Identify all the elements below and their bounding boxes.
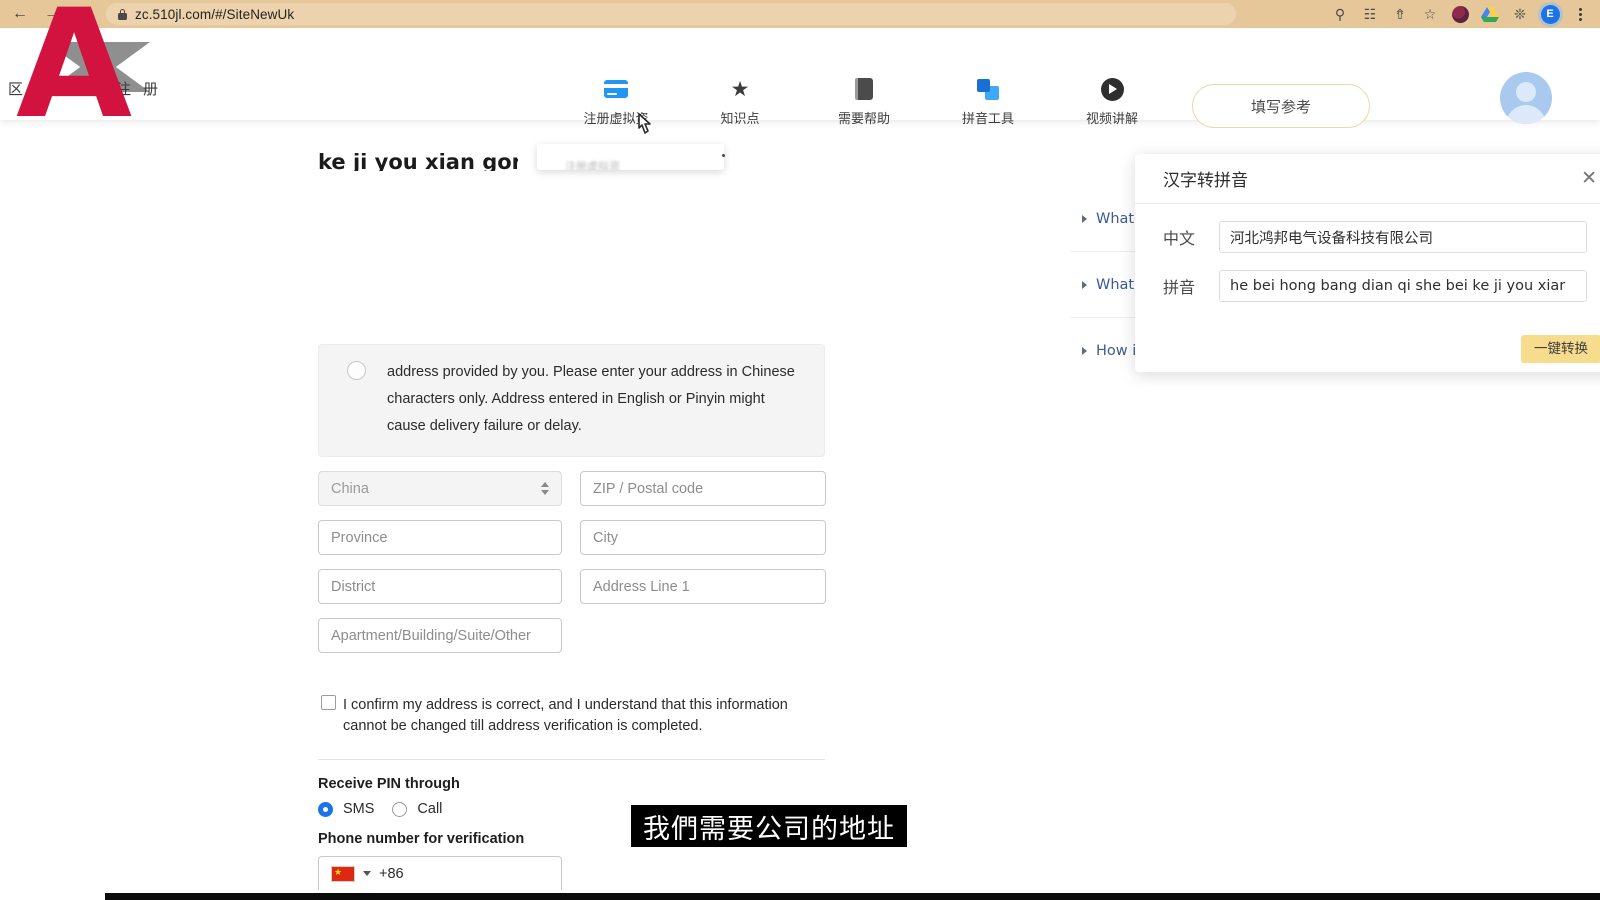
pinyin-input[interactable]: he bei hong bang dian qi she bei ke ji y… bbox=[1219, 270, 1587, 302]
site-logo[interactable]: 区域中心注册 bbox=[8, 42, 238, 104]
nav-dropdown-bullet-icon bbox=[722, 154, 725, 157]
china-flag-icon bbox=[331, 864, 355, 882]
main-nav: 注册虚拟资 ★ 知识点 需要帮助 拼音工具 视频讲解 bbox=[576, 77, 1152, 128]
nav-label-help: 需要帮助 bbox=[837, 112, 890, 127]
radio-call[interactable] bbox=[392, 801, 408, 817]
nav-label-video: 视频讲解 bbox=[1085, 112, 1138, 127]
zip-input[interactable]: ZIP / Postal code bbox=[580, 471, 826, 506]
nav-item-video[interactable]: 视频讲解 bbox=[1072, 77, 1152, 127]
play-circle-icon bbox=[1100, 77, 1124, 101]
zip-placeholder: ZIP / Postal code bbox=[593, 480, 704, 497]
brand-text: 区域中心注册 bbox=[8, 80, 171, 98]
chevron-right-icon bbox=[1082, 280, 1087, 289]
form-row-district-address: District Address Line 1 bbox=[318, 569, 828, 604]
pinyin-chinese-row: 中文 河北鸿邦电气设备科技有限公司 bbox=[1135, 221, 1600, 253]
pinyin-romanization-row: 拼音 he bei hong bang dian qi she bei ke j… bbox=[1135, 270, 1600, 302]
page-viewport: 区域中心注册 注册虚拟资 ★ 知识点 需要帮助 拼音工具 视频讲解 填写参考 注… bbox=[0, 28, 1600, 900]
forward-arrow-icon[interactable]: → bbox=[38, 2, 66, 26]
apartment-placeholder: Apartment/Building/Suite/Other bbox=[331, 627, 531, 644]
chevron-right-icon bbox=[1082, 347, 1087, 355]
country-select[interactable]: China bbox=[318, 471, 562, 506]
kebab-menu-icon[interactable] bbox=[1566, 2, 1594, 26]
form-row-apartment: Apartment/Building/Suite/Other bbox=[318, 618, 828, 653]
browser-nav-buttons: ← → ⟳ bbox=[0, 2, 98, 26]
site-header: 区域中心注册 注册虚拟资 ★ 知识点 需要帮助 拼音工具 视频讲解 填写参考 bbox=[0, 28, 1600, 128]
form-row-country-zip: China ZIP / Postal code bbox=[318, 471, 828, 506]
nav-label-pinyin-tool: 拼音工具 bbox=[961, 112, 1014, 127]
country-value: China bbox=[331, 480, 369, 497]
radio-call-label: Call bbox=[417, 801, 443, 817]
chinese-input[interactable]: 河北鸿邦电气设备科技有限公司 bbox=[1219, 221, 1587, 253]
mouse-cursor-pointer bbox=[638, 113, 651, 134]
radio-sms-label: SMS bbox=[343, 801, 375, 817]
confirm-label: I confirm my address is correct, and I u… bbox=[343, 697, 788, 734]
confirm-checkbox[interactable] bbox=[321, 695, 336, 710]
district-placeholder: District bbox=[331, 578, 376, 595]
dial-code: +86 bbox=[379, 865, 404, 882]
notice-radio-icon[interactable] bbox=[347, 361, 366, 380]
city-input[interactable]: City bbox=[580, 520, 826, 555]
star-icon: ★ bbox=[730, 77, 750, 101]
puzzle-extensions-icon[interactable]: ❊ bbox=[1506, 2, 1534, 26]
nav-dropdown-card[interactable]: 注册虚拟资 bbox=[537, 144, 724, 170]
province-input[interactable]: Province bbox=[318, 520, 562, 555]
form-divider bbox=[318, 759, 825, 760]
pinyin-converter-panel: 汉字转拼音 ✕ 中文 河北鸿邦电气设备科技有限公司 拼音 he bei hong… bbox=[1135, 154, 1600, 372]
nav-label-knowledge: 知识点 bbox=[720, 112, 760, 127]
nav-item-knowledge[interactable]: ★ 知识点 bbox=[700, 77, 780, 128]
close-icon[interactable]: ✕ bbox=[1581, 169, 1597, 188]
phone-number-input[interactable]: +86 bbox=[318, 856, 562, 890]
google-drive-icon[interactable] bbox=[1476, 2, 1504, 26]
url-text: zc.510jl.com/#/SiteNewUk bbox=[135, 6, 295, 22]
nav-dropdown-text: 注册虚拟资 bbox=[565, 160, 620, 170]
reference-button[interactable]: 填写参考 bbox=[1192, 84, 1370, 128]
pinyin-panel-header: 汉字转拼音 ✕ bbox=[1135, 154, 1600, 204]
city-placeholder: City bbox=[593, 529, 618, 546]
address-notice: address provided by you. Please enter yo… bbox=[318, 344, 825, 457]
page-title: ke ji you xian gong si bbox=[318, 153, 518, 171]
chevron-down-icon[interactable] bbox=[363, 871, 371, 876]
apartment-input[interactable]: Apartment/Building/Suite/Other bbox=[318, 618, 562, 653]
profile-initial: E bbox=[1540, 4, 1560, 24]
back-arrow-icon[interactable]: ← bbox=[6, 2, 34, 26]
browser-toolbar: ← → ⟳ zc.510jl.com/#/SiteNewUk ⚲ ☷ ⇮ ☆ ❊… bbox=[0, 0, 1600, 28]
pinyin-chinese-label: 中文 bbox=[1163, 229, 1196, 248]
video-subtitle: 我們需要公司的地址 bbox=[631, 805, 907, 847]
receive-pin-label: Receive PIN through bbox=[318, 776, 460, 792]
reload-icon[interactable]: ⟳ bbox=[70, 2, 98, 26]
share-icon[interactable]: ⇮ bbox=[1386, 2, 1414, 26]
credit-card-icon bbox=[604, 78, 628, 100]
translate-icon[interactable]: ☷ bbox=[1356, 2, 1384, 26]
chevron-right-icon bbox=[1082, 214, 1087, 223]
browser-toolbar-actions: ⚲ ☷ ⇮ ☆ ❊ E bbox=[1326, 2, 1600, 26]
extension-dot-icon[interactable] bbox=[1446, 2, 1474, 26]
video-player-strip bbox=[105, 893, 1600, 900]
address-confirm-group: I confirm my address is correct, and I u… bbox=[318, 695, 828, 737]
page-title-text: ke ji you xian gong si bbox=[318, 153, 518, 171]
profile-avatar-button[interactable]: E bbox=[1536, 2, 1564, 26]
book-icon bbox=[855, 78, 873, 100]
radio-sms[interactable] bbox=[318, 801, 333, 817]
pinyin-label: 拼音 bbox=[1163, 278, 1196, 297]
province-placeholder: Province bbox=[331, 529, 388, 546]
lock-icon bbox=[118, 8, 127, 20]
district-input[interactable]: District bbox=[318, 569, 562, 604]
address-line1-placeholder: Address Line 1 bbox=[593, 578, 690, 595]
nav-item-pinyin-tool[interactable]: 拼音工具 bbox=[948, 78, 1028, 127]
address-bar[interactable]: zc.510jl.com/#/SiteNewUk bbox=[106, 3, 1236, 25]
nav-item-help[interactable]: 需要帮助 bbox=[824, 78, 904, 127]
convert-button[interactable]: 一键转换 bbox=[1521, 335, 1600, 363]
pinyin-tool-icon bbox=[977, 78, 999, 100]
avatar[interactable] bbox=[1500, 72, 1552, 124]
address-notice-text: address provided by you. Please enter yo… bbox=[387, 364, 795, 434]
form-row-province-city: Province City bbox=[318, 520, 828, 555]
pinyin-panel-footer: 一键转换 bbox=[1521, 335, 1600, 363]
pinyin-panel-title: 汉字转拼音 bbox=[1163, 171, 1248, 191]
key-icon[interactable]: ⚲ bbox=[1326, 2, 1354, 26]
bookmark-star-icon[interactable]: ☆ bbox=[1416, 2, 1444, 26]
address-line1-input[interactable]: Address Line 1 bbox=[580, 569, 826, 604]
spinner-arrows-icon bbox=[541, 482, 549, 495]
